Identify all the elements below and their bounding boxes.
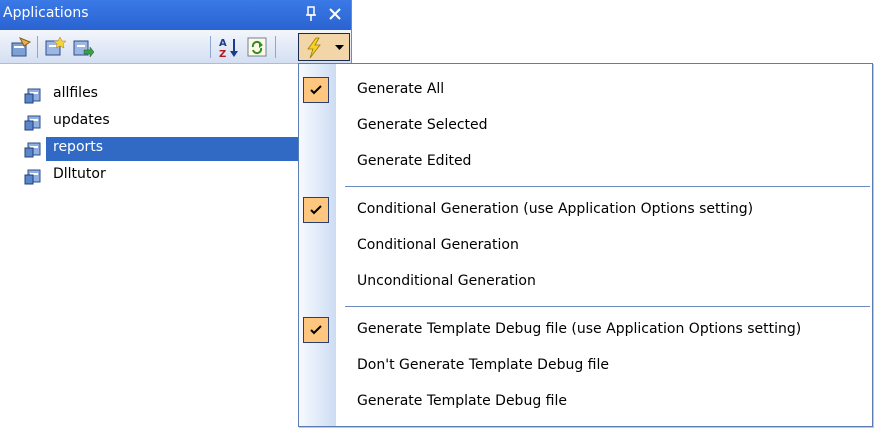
application-icon bbox=[24, 142, 41, 158]
refresh-icon[interactable] bbox=[246, 36, 268, 58]
menu-item-label: Conditional Generation (use Application … bbox=[357, 201, 754, 217]
menu-item[interactable]: Generate Template Debug file bbox=[299, 384, 872, 420]
tree-item-label: reports bbox=[53, 139, 104, 155]
pin-icon[interactable] bbox=[305, 6, 317, 22]
menu-item-label: Don't Generate Template Debug file bbox=[357, 357, 609, 373]
menu-item-label: Generate Template Debug file bbox=[357, 393, 567, 409]
menu-item-label: Generate All bbox=[357, 81, 445, 97]
menu-item-label: Generate Selected bbox=[357, 117, 488, 133]
tree-item-label: allfiles bbox=[53, 85, 98, 101]
menu-separator bbox=[345, 306, 870, 307]
menu-item-label: Conditional Generation bbox=[357, 237, 519, 253]
generate-dropdown-button[interactable] bbox=[298, 33, 350, 61]
menu-item[interactable]: Generate Template Debug file (use Applic… bbox=[299, 312, 872, 348]
menu-item-label: Unconditional Generation bbox=[357, 273, 536, 289]
application-icon bbox=[24, 88, 41, 104]
menu-separator bbox=[345, 186, 870, 187]
toolbar-separator bbox=[210, 36, 211, 58]
panel-toolbar: A Z bbox=[0, 30, 351, 64]
menu-item[interactable]: Conditional Generation (use Application … bbox=[299, 192, 872, 228]
sort-az-icon[interactable]: A Z bbox=[218, 36, 240, 58]
menu-item[interactable]: Generate Selected bbox=[299, 108, 872, 144]
checkmark-icon bbox=[303, 317, 329, 343]
tree-item-label: updates bbox=[53, 112, 110, 128]
generate-icon bbox=[307, 37, 321, 59]
add-application-icon[interactable] bbox=[44, 36, 66, 58]
tree-item-label: Dlltutor bbox=[53, 166, 106, 182]
menu-item[interactable]: Generate Edited bbox=[299, 144, 872, 180]
menu-item[interactable]: Don't Generate Template Debug file bbox=[299, 348, 872, 384]
panel-titlebar: Applications bbox=[0, 0, 351, 30]
checkmark-icon bbox=[303, 197, 329, 223]
panel-title: Applications bbox=[3, 5, 89, 21]
toolbar-separator bbox=[275, 36, 276, 58]
application-icon bbox=[24, 115, 41, 131]
menu-item[interactable]: Generate All bbox=[299, 72, 872, 108]
menu-item-label: Generate Edited bbox=[357, 153, 472, 169]
chevron-down-icon bbox=[335, 45, 344, 50]
properties-icon[interactable] bbox=[10, 36, 32, 58]
application-icon bbox=[24, 169, 41, 185]
menu-item[interactable]: Conditional Generation bbox=[299, 228, 872, 264]
menu-item[interactable]: Unconditional Generation bbox=[299, 264, 872, 300]
svg-text:Z: Z bbox=[219, 49, 226, 58]
toolbar-separator bbox=[37, 36, 38, 58]
generate-dropdown-menu: Generate All Generate Selected Generate Ed… bbox=[298, 63, 873, 427]
checkmark-icon bbox=[303, 77, 329, 103]
svg-text:A: A bbox=[219, 38, 227, 49]
menu-item-label: Generate Template Debug file (use Applic… bbox=[357, 321, 802, 337]
import-application-icon[interactable] bbox=[72, 36, 94, 58]
close-icon[interactable] bbox=[327, 6, 343, 22]
